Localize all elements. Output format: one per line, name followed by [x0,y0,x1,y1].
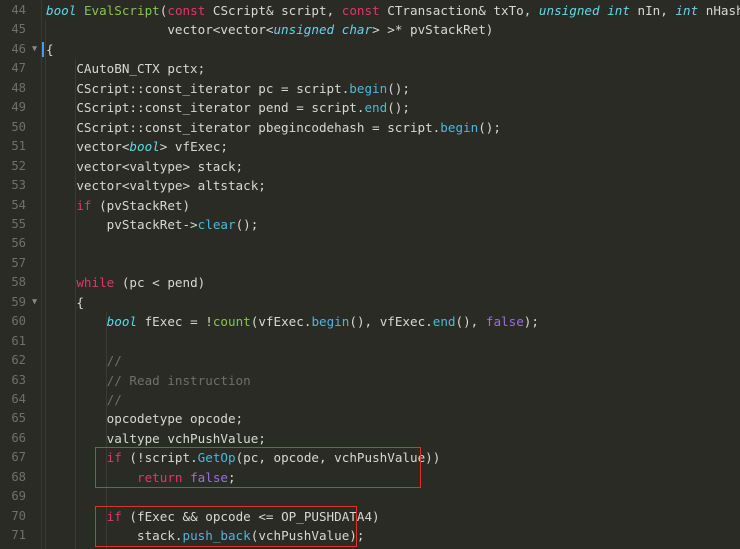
code-line[interactable]: 68 return false; [0,468,740,487]
line-number: 66 [11,430,26,445]
code-line[interactable]: 62 // [0,351,740,370]
code-line[interactable]: 56 [0,234,740,253]
code-text: vector<bool> vfExec; [46,139,228,155]
line-number: 63 [11,372,26,387]
code-text: bool EvalScript(const CScript& script, c… [46,3,740,18]
code-line[interactable]: 52 vector<valtype> stack; [0,157,740,176]
code-line[interactable]: 46 ▼ { [0,40,740,59]
code-text: while (pc < pend) [76,275,206,291]
code-line[interactable]: 53 vector<valtype> altstack; [0,176,740,195]
code-text: if (pvStackRet) [76,197,191,213]
code-line[interactable]: 69 [0,487,740,506]
line-number: 46 [11,41,26,56]
code-text: else if (fExec || (OP_IF <= opcode && op… [46,546,547,549]
code-text: pvStackRet->clear(); [46,216,259,232]
line-number: 51 [11,139,26,154]
code-text: // [46,392,122,407]
line-number: 67 [11,450,26,465]
text-caret [42,41,44,58]
code-line[interactable]: 64 // [0,390,740,409]
code-text: if (!script.GetOp(pc, opcode, vchPushVal… [106,450,441,466]
fold-arrow-icon[interactable]: ▼ [29,40,40,59]
line-number: 71 [11,528,26,543]
code-text: vector<valtype> altstack; [46,178,266,194]
code-line[interactable]: 51 vector<bool> vfExec; [0,137,740,156]
line-number: 55 [11,216,26,231]
code-text: opcodetype opcode; [46,411,244,427]
code-text: stack.push_back(vchPushValue); [46,528,365,544]
code-line[interactable]: 50 CScript::const_iterator pbegincodehas… [0,118,740,137]
code-text: // Read instruction [46,372,251,388]
code-line[interactable]: 65 opcodetype opcode; [0,409,740,428]
line-number: 57 [11,255,26,270]
line-number: 59 [11,294,26,309]
code-editor[interactable]: 44 bool EvalScript(const CScript& script,… [0,0,740,549]
code-line[interactable]: 48 CScript::const_iterator pc = script.b… [0,79,740,98]
code-line[interactable]: 54 if (pvStackRet) [0,196,740,215]
line-number: 53 [11,178,26,193]
line-number: 64 [11,392,26,406]
code-text: bool fExec = !count(vfExec.begin(), vfEx… [106,314,539,330]
line-number: 48 [11,80,26,95]
code-line[interactable]: 63 // Read instruction [0,371,740,390]
line-number: 65 [11,411,26,426]
code-text: valtype vchPushValue; [46,430,266,446]
code-line[interactable]: 59 ▼ { [0,293,740,312]
line-number: 54 [11,197,26,212]
code-line[interactable]: 66 valtype vchPushValue; [0,429,740,448]
fold-arrow-icon[interactable]: ▼ [29,293,40,312]
code-text: if (fExec && opcode <= OP_PUSHDATA4) [106,508,380,524]
line-number: 72 [0,546,26,549]
line-number: 52 [11,158,26,173]
line-number: 62 [11,353,26,368]
code-line[interactable]: 71 stack.push_back(vchPushValue); [0,526,740,545]
code-text: // [46,353,122,369]
line-number: 58 [11,275,26,290]
code-line[interactable]: 57 [0,254,740,273]
line-number: 47 [11,61,26,76]
line-number: 44 [11,3,26,17]
line-number: 50 [11,119,26,134]
line-number: 56 [11,236,26,251]
code-text: CScript::const_iterator pbegincodehash =… [46,119,501,135]
code-line[interactable]: 70 if (fExec && opcode <= OP_PUSHDATA4) [0,507,740,526]
line-number: 69 [11,489,26,504]
line-number: 70 [11,508,26,523]
code-text: CScript::const_iterator pc = script.begi… [46,80,410,96]
code-line[interactable]: 45 vector<vector<unsigned char> >* pvSta… [0,20,740,39]
code-text: vector<valtype> stack; [46,158,244,174]
code-line[interactable]: 60 bool fExec = !count(vfExec.begin(), v… [0,312,740,331]
code-line[interactable]: 72 else if (fExec || (OP_IF <= opcode &&… [0,546,740,549]
line-number: 45 [11,22,26,37]
code-line[interactable]: 67 if (!script.GetOp(pc, opcode, vchPush… [0,448,740,467]
code-line[interactable]: 44 bool EvalScript(const CScript& script,… [0,1,740,20]
code-text: return false; [137,469,236,485]
line-number: 49 [11,100,26,115]
line-number: 60 [11,314,26,329]
code-line[interactable]: 49 CScript::const_iterator pend = script… [0,98,740,117]
code-line[interactable]: 55 pvStackRet->clear(); [0,215,740,234]
code-text: CScript::const_iterator pend = script.en… [46,100,410,116]
line-number: 68 [11,469,26,484]
code-line[interactable]: 61 [0,332,740,351]
line-number: 61 [11,333,26,348]
code-text: vector<vector<unsigned char> >* pvStackR… [46,22,494,38]
code-text: CAutoBN_CTX pctx; [46,61,206,77]
code-text: { [46,294,84,310]
code-line[interactable]: 58 while (pc < pend) [0,273,740,292]
code-line[interactable]: 47 CAutoBN_CTX pctx; [0,59,740,78]
code-text: { [46,41,54,57]
